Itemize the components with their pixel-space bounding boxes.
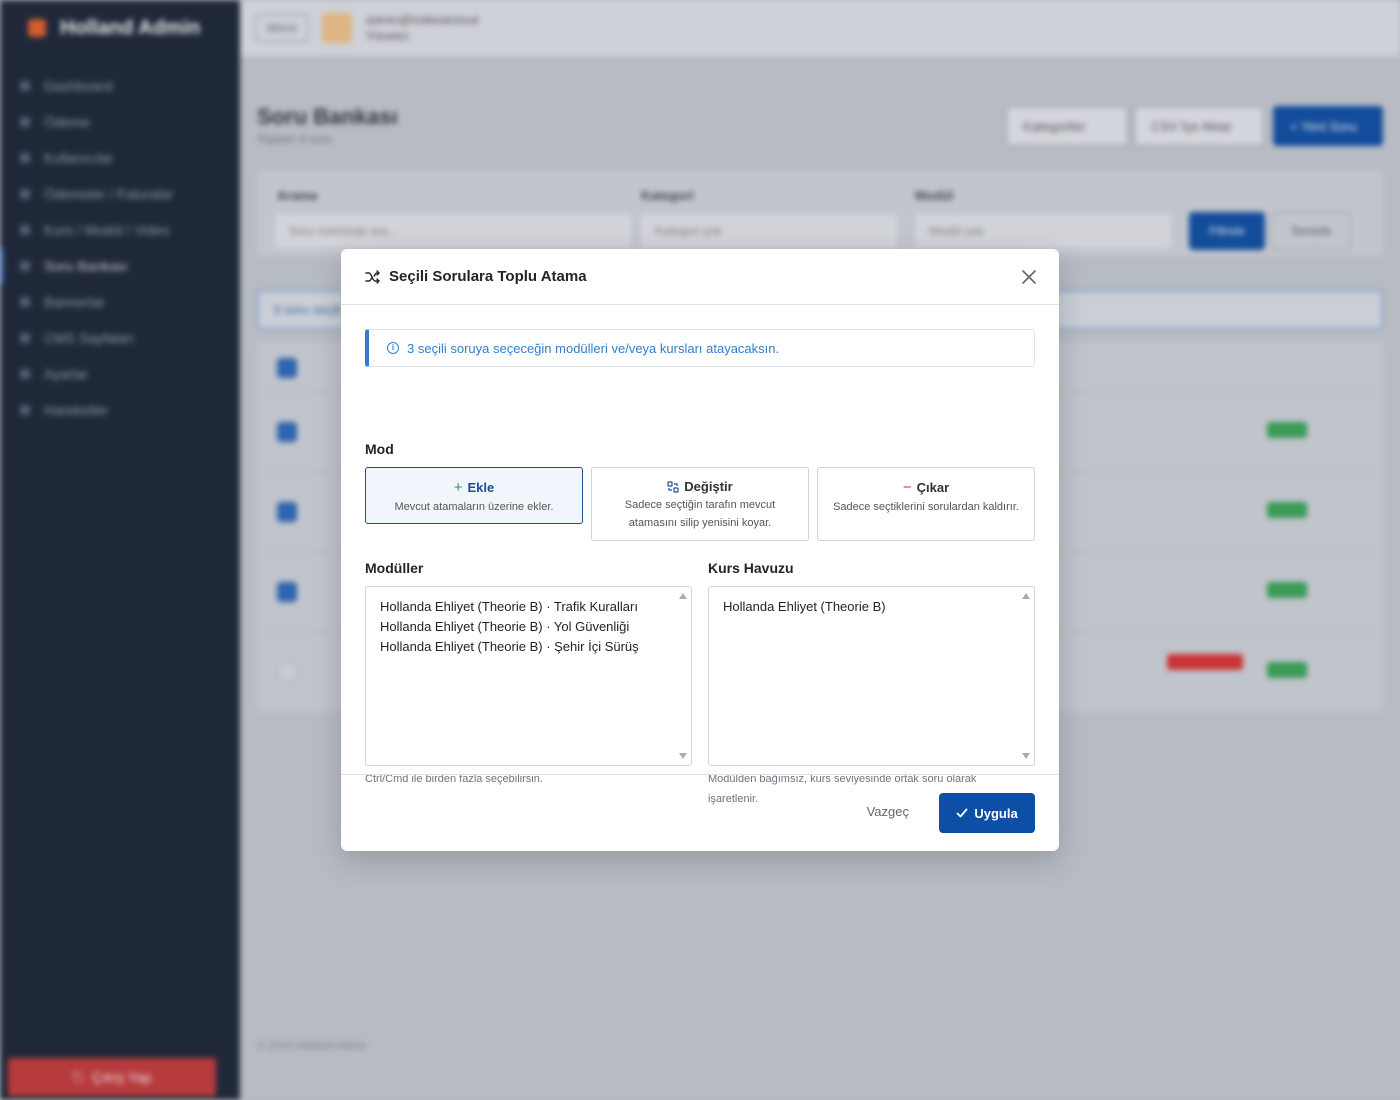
modal-header: Seçili Sorulara Toplu Atama bbox=[341, 249, 1059, 305]
mode-option-remove[interactable]: − Çıkar Sadece seçtiklerini sorulardan ka… bbox=[817, 467, 1035, 541]
module-option[interactable]: Hollanda Ehliyet (Theorie B) · Şehir İçi… bbox=[380, 637, 691, 657]
scroll-up-arrow-icon[interactable] bbox=[679, 593, 687, 599]
bulk-assign-modal: Seçili Sorulara Toplu Atama i 3 seçili s… bbox=[341, 249, 1059, 851]
scroll-down-arrow-icon[interactable] bbox=[679, 753, 687, 759]
module-option[interactable]: Hollanda Ehliyet (Theorie B) · Yol Güven… bbox=[380, 617, 691, 637]
mode-remove-title: Çıkar bbox=[916, 480, 950, 495]
modal-footer: Vazgeç Uygula bbox=[341, 774, 1059, 851]
shuffle-icon bbox=[365, 269, 381, 285]
scroll-down-arrow-icon[interactable] bbox=[1022, 753, 1030, 759]
modal-body: i 3 seçili soruya seçeceğin modülleri ve… bbox=[341, 305, 1059, 805]
mode-label: Mod bbox=[365, 441, 394, 457]
scroll-up-arrow-icon[interactable] bbox=[1022, 593, 1030, 599]
mode-replace-desc: Sadece seçtiğin tarafın mevcut atamasını… bbox=[624, 499, 776, 529]
mode-replace-title: Değiştir bbox=[684, 479, 733, 494]
cancel-button[interactable]: Vazgeç bbox=[867, 804, 909, 819]
info-alert: i 3 seçili soruya seçeceğin modülleri ve… bbox=[365, 329, 1035, 367]
apply-label: Uygula bbox=[974, 805, 1018, 821]
info-text: 3 seçili soruya seçeceğin modülleri ve/v… bbox=[407, 340, 780, 356]
mode-add-title: Ekle bbox=[467, 480, 495, 495]
course-option[interactable]: Hollanda Ehliyet (Theorie B) bbox=[723, 597, 1034, 617]
plus-icon: + bbox=[453, 479, 463, 496]
minus-icon: − bbox=[902, 479, 912, 496]
check-icon bbox=[956, 808, 968, 818]
courses-label: Kurs Havuzu bbox=[708, 560, 794, 576]
apply-button[interactable]: Uygula bbox=[939, 793, 1035, 833]
module-option[interactable]: Hollanda Ehliyet (Theorie B) · Trafik Ku… bbox=[380, 597, 691, 617]
info-icon: i bbox=[387, 342, 399, 354]
mode-add-desc: Mevcut atamaların üzerine ekler. bbox=[394, 501, 554, 513]
swap-icon bbox=[667, 480, 679, 493]
modal-title: Seçili Sorulara Toplu Atama bbox=[389, 268, 587, 285]
mode-remove-desc: Sadece seçtiklerini sorulardan kaldırır. bbox=[833, 501, 1019, 513]
courses-multiselect[interactable]: Hollanda Ehliyet (Theorie B) bbox=[708, 586, 1035, 766]
mode-option-replace[interactable]: Değiştir Sadece seçtiğin tarafın mevcut … bbox=[591, 467, 809, 541]
close-button[interactable] bbox=[1017, 265, 1041, 289]
mode-option-add[interactable]: + Ekle Mevcut atamaların üzerine ekler. bbox=[365, 467, 583, 524]
modules-label: Modüller bbox=[365, 560, 424, 576]
modules-multiselect[interactable]: Hollanda Ehliyet (Theorie B) · Trafik Ku… bbox=[365, 586, 692, 766]
close-icon bbox=[1022, 270, 1036, 284]
